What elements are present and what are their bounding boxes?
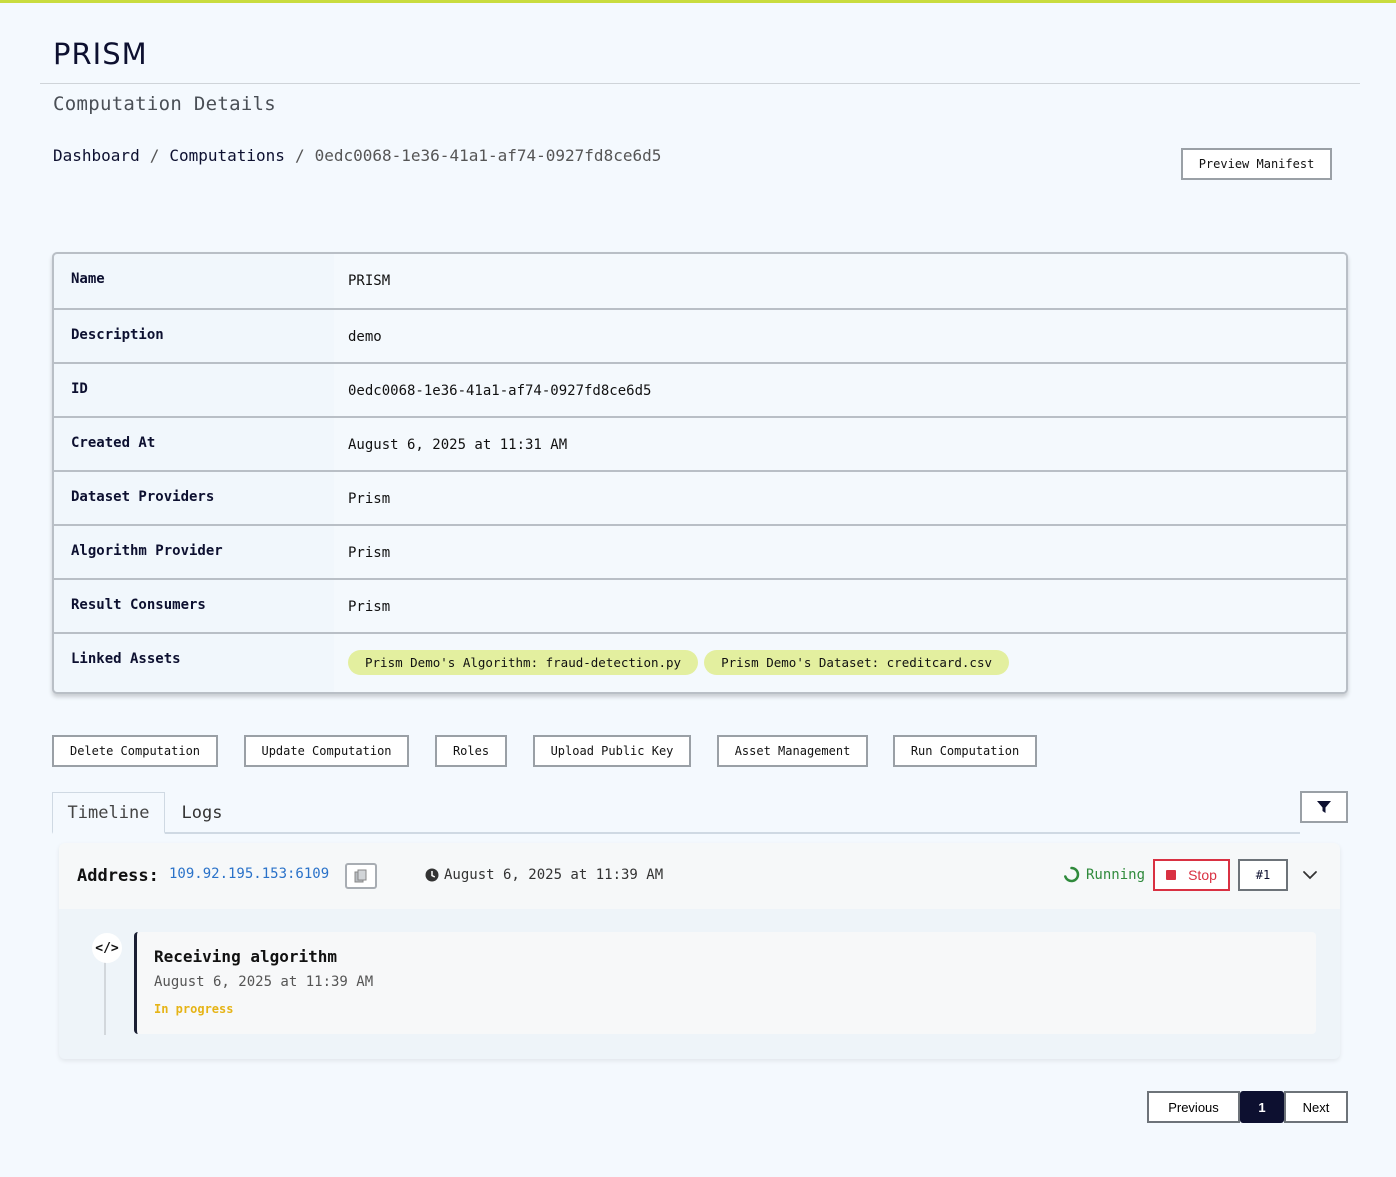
linked-assets-list: Prism Demo's Algorithm: fraud-detection.… [348, 650, 1015, 675]
clock-icon [425, 868, 439, 882]
pagination-next[interactable]: Next [1284, 1091, 1348, 1123]
tab-timeline[interactable]: Timeline [52, 792, 165, 834]
breadcrumb-computations[interactable]: Computations [169, 146, 285, 165]
run-timestamp-text: August 6, 2025 at 11:39 AM [444, 867, 664, 883]
copy-address-button[interactable] [345, 863, 377, 889]
address-label: Address: [77, 866, 159, 886]
tab-logs[interactable]: Logs [165, 792, 239, 834]
address-value[interactable]: 109.92.195.153:6109 [169, 866, 329, 882]
stop-label: Stop [1188, 867, 1217, 883]
detail-label: ID [71, 381, 88, 397]
pagination-page[interactable]: 1 [1240, 1091, 1284, 1123]
detail-value: Prism [348, 599, 391, 615]
detail-row-name: Name PRISM [54, 254, 1346, 308]
update-computation-button[interactable]: Update Computation [244, 735, 409, 767]
detail-row-algorithm-provider: Algorithm Provider Prism [54, 524, 1346, 578]
app-logo[interactable]: PRISM [53, 37, 148, 71]
stop-button[interactable]: Stop [1153, 859, 1230, 891]
detail-value: Prism [348, 545, 391, 561]
filter-icon [1317, 800, 1331, 813]
breadcrumb-current: 0edc0068-1e36-41a1-af74-0927fd8ce6d5 [314, 146, 662, 165]
page-title: Computation Details [53, 93, 277, 115]
run-timestamp: August 6, 2025 at 11:39 AM [425, 867, 663, 883]
detail-row-id: ID 0edc0068-1e36-41a1-af74-0927fd8ce6d5 [54, 362, 1346, 416]
roles-button[interactable]: Roles [435, 735, 507, 767]
linked-asset-pill[interactable]: Prism Demo's Dataset: creditcard.csv [704, 650, 1010, 675]
pagination-previous[interactable]: Previous [1147, 1091, 1240, 1123]
delete-computation-button[interactable]: Delete Computation [52, 735, 218, 767]
event-title: Receiving algorithm [154, 947, 338, 966]
detail-label: Name [71, 271, 105, 287]
detail-label: Dataset Providers [71, 489, 215, 505]
linked-asset-pill[interactable]: Prism Demo's Algorithm: fraud-detection.… [348, 650, 699, 675]
detail-label: Result Consumers [71, 597, 206, 613]
detail-row-description: Description demo [54, 308, 1346, 362]
detail-value: demo [348, 329, 382, 345]
detail-label: Description [71, 327, 164, 343]
run-number-badge[interactable]: #1 [1238, 859, 1288, 891]
detail-label: Created At [71, 435, 156, 451]
breadcrumb: Dashboard / Computations / 0edc0068-1e36… [53, 146, 661, 165]
tab-bar: Timeline Logs [52, 792, 1300, 834]
detail-row-linked-assets: Linked Assets Prism Demo's Algorithm: fr… [54, 632, 1346, 692]
copy-icon [354, 869, 367, 883]
run-panel: Address: 109.92.195.153:6109 August 6, 2… [59, 843, 1340, 1059]
asset-management-button[interactable]: Asset Management [717, 735, 868, 767]
breadcrumb-separator: / [294, 146, 305, 165]
detail-value: Prism [348, 491, 391, 507]
event-date: August 6, 2025 at 11:39 AM [154, 974, 374, 990]
spinner-icon [1064, 866, 1080, 883]
event-status: In progress [154, 1002, 234, 1016]
run-status-text: Running [1086, 866, 1146, 883]
run-panel-header: Address: 109.92.195.153:6109 August 6, 2… [59, 843, 1340, 909]
detail-row-result-consumers: Result Consumers Prism [54, 578, 1346, 632]
upload-public-key-button[interactable]: Upload Public Key [533, 735, 691, 767]
filter-button[interactable] [1300, 791, 1348, 823]
stop-icon [1166, 870, 1177, 880]
detail-row-dataset-providers: Dataset Providers Prism [54, 470, 1346, 524]
run-computation-button[interactable]: Run Computation [893, 735, 1037, 767]
accent-top-bar [0, 0, 1396, 3]
detail-row-created-at: Created At August 6, 2025 at 11:31 AM [54, 416, 1346, 470]
header-divider [40, 83, 1360, 84]
chevron-down-icon[interactable] [1302, 867, 1318, 883]
timeline-line [104, 953, 106, 1035]
detail-value: PRISM [348, 273, 391, 289]
details-table: Name PRISM Description demo ID 0edc0068-… [52, 252, 1348, 694]
code-icon: </> [92, 933, 122, 963]
run-status: Running [1063, 866, 1145, 883]
preview-manifest-button[interactable]: Preview Manifest [1181, 148, 1332, 180]
detail-value: 0edc0068-1e36-41a1-af74-0927fd8ce6d5 [348, 383, 652, 399]
timeline-event: Receiving algorithm August 6, 2025 at 11… [134, 932, 1316, 1034]
detail-label: Linked Assets [71, 651, 181, 667]
breadcrumb-separator: / [149, 146, 160, 165]
breadcrumb-dashboard[interactable]: Dashboard [53, 146, 140, 165]
detail-value: August 6, 2025 at 11:31 AM [348, 437, 568, 453]
detail-label: Algorithm Provider [71, 543, 223, 559]
